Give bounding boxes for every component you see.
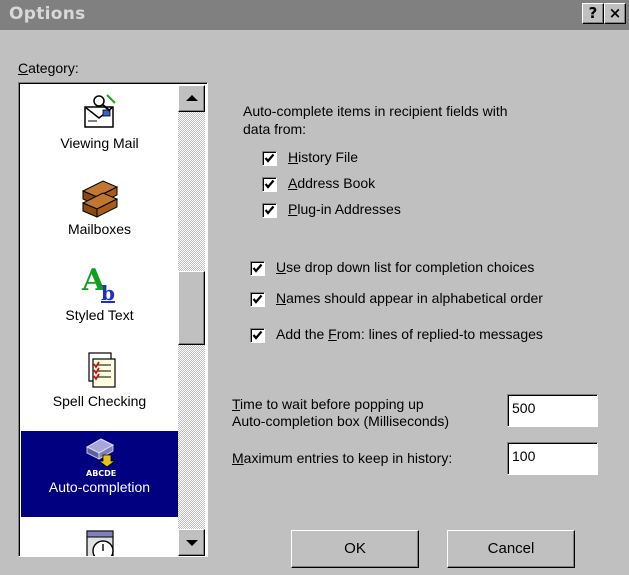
help-button[interactable]: ?: [582, 3, 604, 24]
auto-completion-icon: ABCDE: [85, 438, 116, 477]
plugin-addresses-checkbox[interactable]: [262, 203, 277, 218]
scroll-down-button[interactable]: [178, 529, 205, 556]
scroll-up-button[interactable]: [178, 85, 205, 112]
options-dialog: Options ? × Category: Viewing Mail Mailb…: [0, 0, 629, 575]
arrow-up-icon: [186, 95, 198, 101]
arrow-down-icon: [186, 540, 198, 546]
category-label: Category:: [18, 60, 79, 76]
styled-text-icon: A b: [81, 263, 115, 305]
category-list-items: Viewing Mail Mailboxes A b Styled Text S…: [21, 85, 178, 556]
title-bar: Options ? ×: [0, 0, 629, 30]
ok-button[interactable]: OK: [291, 530, 419, 568]
use-dropdown-label[interactable]: Use drop down list for completion choice…: [276, 259, 534, 275]
checkmark-icon: [264, 179, 275, 189]
plugin-addresses-label[interactable]: Plug-in Addresses: [288, 201, 401, 217]
scroll-thumb[interactable]: [178, 271, 205, 345]
window-title: Options: [9, 4, 86, 24]
checkmark-icon: [252, 294, 263, 304]
category-label-viewing-mail: Viewing Mail: [60, 135, 139, 151]
address-book-label[interactable]: Address Book: [288, 175, 375, 191]
autocomplete-intro-line2: data from:: [243, 121, 307, 137]
category-label-styled-text: Styled Text: [65, 307, 134, 323]
address-book-checkbox[interactable]: [262, 177, 277, 192]
close-button[interactable]: ×: [604, 3, 626, 24]
category-label-mailboxes: Mailboxes: [67, 221, 132, 237]
cancel-button[interactable]: Cancel: [447, 530, 575, 568]
category-item-scheduling[interactable]: [21, 517, 178, 556]
category-item-mailboxes[interactable]: Mailboxes: [21, 173, 178, 259]
wait-time-input[interactable]: 500: [507, 394, 598, 427]
checkmark-icon: [252, 330, 263, 340]
spell-checking-icon: [88, 352, 116, 388]
checkmark-icon: [252, 263, 263, 273]
add-from-lines-label[interactable]: Add the From: lines of replied-to messag…: [276, 326, 543, 342]
add-from-lines-checkbox[interactable]: [250, 328, 265, 343]
autocomplete-intro-line1: Auto-complete items in recipient fields …: [243, 103, 508, 119]
mailboxes-icon: [81, 180, 119, 218]
category-item-viewing-mail[interactable]: Viewing Mail: [21, 87, 178, 173]
wait-time-label-line2: Auto-completion box (Milliseconds): [232, 413, 450, 429]
clock-icon: [86, 530, 114, 556]
checkmark-icon: [264, 205, 275, 215]
svg-text:ABCDE: ABCDE: [86, 469, 116, 477]
alphabetical-order-label[interactable]: Names should appear in alphabetical orde…: [276, 290, 543, 306]
alphabetical-order-checkbox[interactable]: [250, 292, 265, 307]
checkmark-icon: [264, 153, 275, 163]
use-dropdown-checkbox[interactable]: [250, 261, 265, 276]
history-file-checkbox[interactable]: [262, 151, 277, 166]
category-scrollbar[interactable]: [178, 85, 205, 556]
category-item-spell-checking[interactable]: Spell Checking: [21, 345, 178, 431]
max-entries-input[interactable]: 100: [507, 442, 598, 475]
max-entries-label: Maximum entries to keep in history:: [232, 450, 453, 466]
category-list[interactable]: Viewing Mail Mailboxes A b Styled Text S…: [18, 82, 208, 557]
category-item-styled-text[interactable]: A b Styled Text: [21, 259, 178, 345]
category-label-auto-completion: Auto-completion: [48, 479, 151, 495]
viewing-mail-icon: [84, 94, 116, 128]
wait-time-label-line1: Time to wait before popping up: [232, 396, 424, 412]
category-label-spell-checking: Spell Checking: [52, 393, 147, 409]
svg-text:b: b: [101, 281, 115, 305]
category-item-auto-completion[interactable]: ABCDE Auto-completion: [21, 431, 178, 517]
history-file-label[interactable]: History File: [288, 149, 358, 165]
